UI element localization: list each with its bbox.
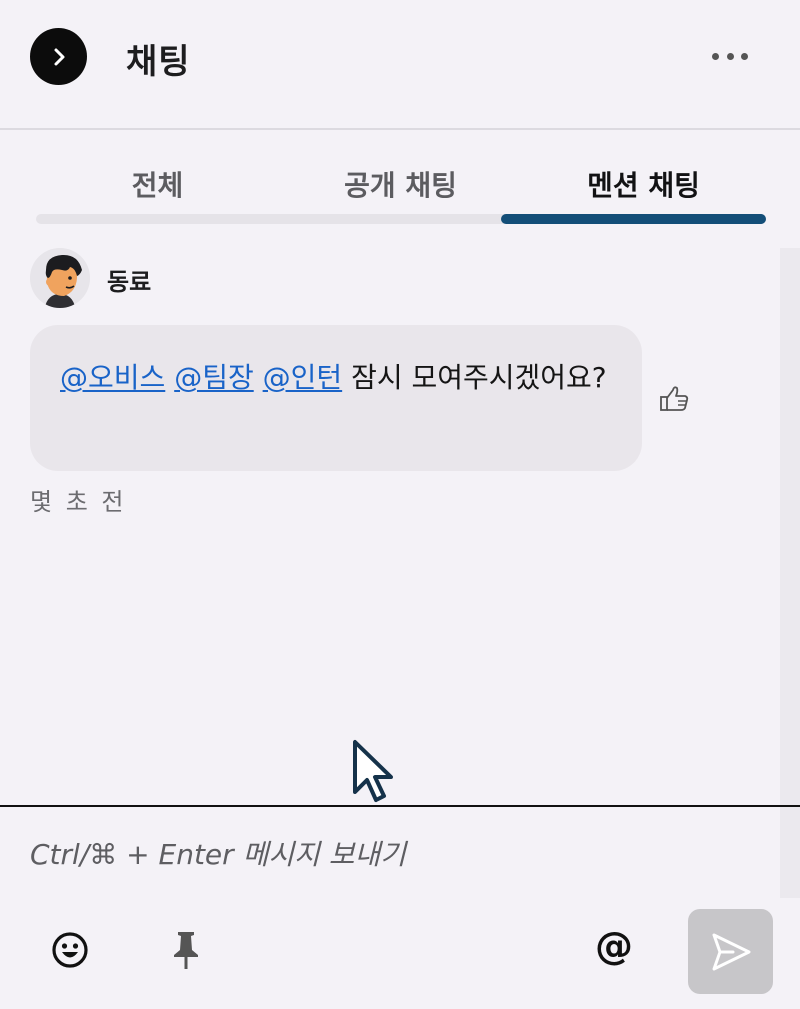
pin-icon <box>174 932 198 969</box>
tab-public-chat[interactable]: 공개 채팅 <box>279 164 522 204</box>
mention-link[interactable]: @팀장 <box>174 361 254 394</box>
emoji-icon <box>52 932 88 968</box>
tab-all[interactable]: 전체 <box>36 164 279 204</box>
more-horizontal-icon <box>712 52 719 60</box>
mouse-cursor-icon <box>353 740 393 802</box>
mention-button[interactable]: @ <box>594 924 634 968</box>
more-options-button[interactable] <box>710 44 750 68</box>
page-title: 채팅 <box>126 42 191 82</box>
emoji-button[interactable] <box>50 930 90 970</box>
chat-header: 채팅 <box>0 0 800 130</box>
message-bubble: @오비스 @팀장 @인턴 잠시 모여주시겠어요? <box>30 325 642 471</box>
pin-button[interactable] <box>166 930 206 970</box>
collapse-panel-button[interactable] <box>30 28 87 85</box>
sender-name: 동료 <box>107 268 152 296</box>
composer-divider <box>0 805 800 807</box>
mention-link[interactable]: @인턴 <box>263 361 343 394</box>
tab-mention-chat[interactable]: 멘션 채팅 <box>522 164 765 204</box>
like-button[interactable] <box>658 384 690 414</box>
chevron-right-icon <box>54 48 64 65</box>
thumbs-up-icon <box>660 386 689 411</box>
send-icon <box>712 933 750 970</box>
chat-tabs: 전체 공개 채팅 멘션 채팅 <box>36 150 766 226</box>
message-text: 잠시 모여주시겠어요? <box>351 361 607 394</box>
active-tab-indicator <box>501 214 766 224</box>
mention-link[interactable]: @오비스 <box>60 361 165 394</box>
message-timestamp: 몇 초 전 <box>30 488 127 516</box>
send-button[interactable] <box>688 909 773 994</box>
scrollbar[interactable] <box>780 248 800 898</box>
avatar <box>30 248 90 308</box>
message-input[interactable] <box>30 826 760 882</box>
